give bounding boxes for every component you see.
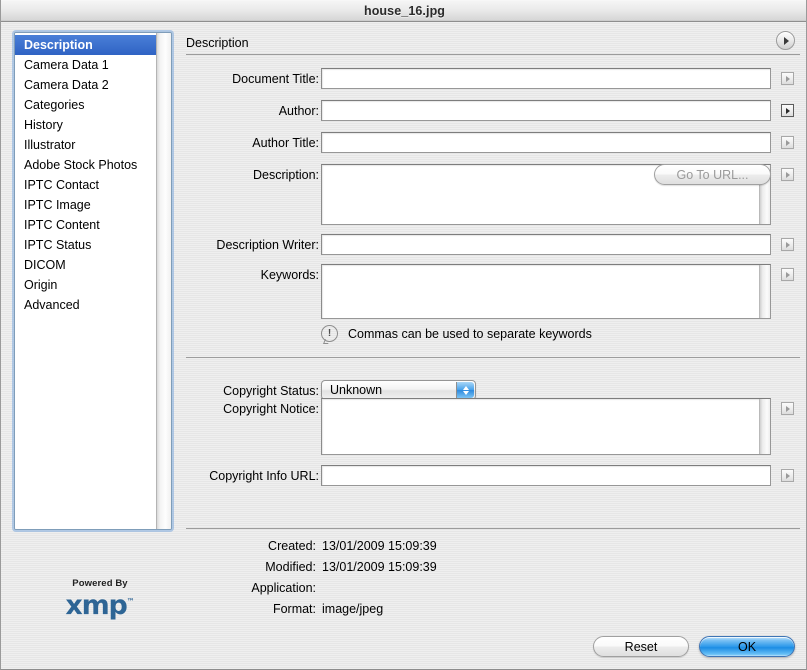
- xmp-logo: Powered By xmp™: [45, 578, 155, 619]
- keywords-scrollbar[interactable]: [759, 265, 770, 318]
- metadata-row: Application:: [231, 581, 631, 599]
- window-titlebar[interactable]: house_16.jpg: [1, 0, 806, 22]
- divider-top: [186, 54, 800, 55]
- triangle-right-glyph: [784, 36, 789, 45]
- sidebar-item-categories[interactable]: Categories: [15, 95, 156, 115]
- copyright-notice-expand-icon[interactable]: [781, 402, 794, 415]
- category-list[interactable]: Description Camera Data 1 Camera Data 2 Cat…: [14, 32, 172, 530]
- description-writer-expand-icon[interactable]: [781, 238, 794, 251]
- row-author-title: Author Title:: [181, 132, 806, 154]
- exclamation-glyph: !: [327, 327, 332, 339]
- row-copyright-notice: Copyright Notice:: [181, 398, 806, 456]
- author-title-label: Author Title:: [252, 136, 319, 150]
- metadata-label: Modified:: [265, 560, 316, 574]
- triangle-right-glyph: [786, 472, 790, 479]
- row-copyright-status: Copyright Status: Unknown: [181, 367, 806, 400]
- author-title-input[interactable]: [321, 132, 771, 153]
- triangle-down-glyph: [462, 390, 469, 395]
- metadata-label: Format:: [272, 602, 316, 616]
- metadata-row: Format: image/jpeg: [231, 602, 631, 620]
- triangle-right-glyph: [786, 139, 790, 146]
- sidebar-item-description[interactable]: Description: [15, 35, 156, 55]
- keywords-expand-icon[interactable]: [781, 268, 794, 281]
- triangle-right-glyph: [786, 241, 790, 248]
- divider-bottom: [186, 528, 800, 529]
- divider-middle: [186, 357, 800, 358]
- description-writer-label: Description Writer:: [216, 238, 319, 252]
- sidebar-item-iptc-image[interactable]: IPTC Image: [15, 195, 156, 215]
- sidebar-item-iptc-content[interactable]: IPTC Content: [15, 215, 156, 235]
- author-input[interactable]: [321, 100, 771, 121]
- sidebar-item-iptc-status[interactable]: IPTC Status: [15, 235, 156, 255]
- keywords-hint-text: Commas can be used to separate keywords: [348, 326, 592, 341]
- keywords-textarea[interactable]: [321, 264, 771, 319]
- row-document-title: Document Title:: [181, 68, 806, 90]
- description-panel: Description Document Title: Author: Auth…: [181, 22, 806, 669]
- metadata-label: Application:: [251, 581, 316, 595]
- copyright-status-select[interactable]: Unknown: [321, 380, 476, 400]
- description-writer-input[interactable]: [321, 234, 771, 255]
- sidebar-item-adobe-stock-photos[interactable]: Adobe Stock Photos: [15, 155, 156, 175]
- metadata-row: Created: 13/01/2009 15:09:39: [231, 539, 631, 557]
- metadata-value: 13/01/2009 15:09:39: [322, 539, 437, 553]
- metadata-value: 13/01/2009 15:09:39: [322, 560, 437, 574]
- sidebar-item-origin[interactable]: Origin: [15, 275, 156, 295]
- row-description-writer: Description Writer:: [181, 234, 806, 256]
- row-keywords: Keywords:: [181, 264, 806, 320]
- author-title-expand-icon[interactable]: [781, 136, 794, 149]
- copyright-info-url-label: Copyright Info URL:: [209, 469, 319, 483]
- panel-title: Description: [186, 36, 249, 50]
- copyright-notice-textarea[interactable]: [321, 398, 771, 455]
- triangle-right-glyph: [786, 405, 790, 412]
- triangle-right-glyph: [786, 107, 790, 114]
- sidebar-item-advanced[interactable]: Advanced: [15, 295, 156, 315]
- panel-menu-triangle-icon[interactable]: [776, 31, 795, 50]
- sidebar-item-camera-data-1[interactable]: Camera Data 1: [15, 55, 156, 75]
- copyright-notice-scrollbar[interactable]: [759, 399, 770, 454]
- document-title-label: Document Title:: [232, 72, 319, 86]
- copyright-info-url-input[interactable]: [321, 465, 771, 486]
- metadata-value: image/jpeg: [322, 602, 384, 616]
- row-author: Author:: [181, 100, 806, 122]
- copyright-status-label: Copyright Status:: [223, 384, 319, 398]
- description-expand-icon[interactable]: [781, 168, 794, 181]
- document-title-input[interactable]: [321, 68, 771, 89]
- xmp-wordmark-text: xmp: [65, 590, 127, 621]
- description-label: Description:: [253, 168, 319, 182]
- select-stepper-arrows-icon[interactable]: [456, 382, 474, 398]
- document-title-expand-icon[interactable]: [781, 72, 794, 85]
- row-copyright-info-url: Copyright Info URL:: [181, 465, 806, 487]
- metadata-row: Modified: 13/01/2009 15:09:39: [231, 560, 631, 578]
- xmp-powered-by-label: Powered By: [72, 578, 128, 589]
- window-title: house_16.jpg: [363, 4, 446, 18]
- xmp-wordmark: xmp™: [65, 589, 134, 619]
- reset-button[interactable]: Reset: [593, 636, 689, 657]
- category-list-scrollbar[interactable]: [156, 33, 171, 529]
- copyright-status-value: Unknown: [330, 383, 383, 397]
- sidebar-item-camera-data-2[interactable]: Camera Data 2: [15, 75, 156, 95]
- category-list-items[interactable]: Description Camera Data 1 Camera Data 2 Cat…: [15, 33, 156, 529]
- go-to-url-button[interactable]: Go To URL...: [654, 164, 771, 185]
- xmp-trademark-symbol: ™: [126, 597, 135, 606]
- keywords-label: Keywords:: [260, 268, 319, 282]
- author-label: Author:: [278, 104, 319, 118]
- sidebar-item-history[interactable]: History: [15, 115, 156, 135]
- sidebar-item-iptc-contact[interactable]: IPTC Contact: [15, 175, 156, 195]
- info-bubble-icon: !: [321, 325, 338, 342]
- triangle-right-glyph: [786, 171, 790, 178]
- copyright-info-url-expand-icon[interactable]: [781, 469, 794, 482]
- sidebar-item-illustrator[interactable]: Illustrator: [15, 135, 156, 155]
- author-expand-icon[interactable]: [781, 104, 794, 117]
- keywords-hint: ! Commas can be used to separate keyword…: [321, 325, 592, 342]
- triangle-right-glyph: [786, 271, 790, 278]
- file-info-dialog: house_16.jpg Description Camera Data 1 Cam…: [0, 0, 807, 670]
- metadata-label: Created:: [268, 539, 316, 553]
- ok-button[interactable]: OK: [699, 636, 795, 657]
- sidebar-item-dicom[interactable]: DICOM: [15, 255, 156, 275]
- copyright-notice-label: Copyright Notice:: [223, 402, 319, 416]
- triangle-right-glyph: [786, 75, 790, 82]
- triangle-up-glyph: [462, 385, 469, 390]
